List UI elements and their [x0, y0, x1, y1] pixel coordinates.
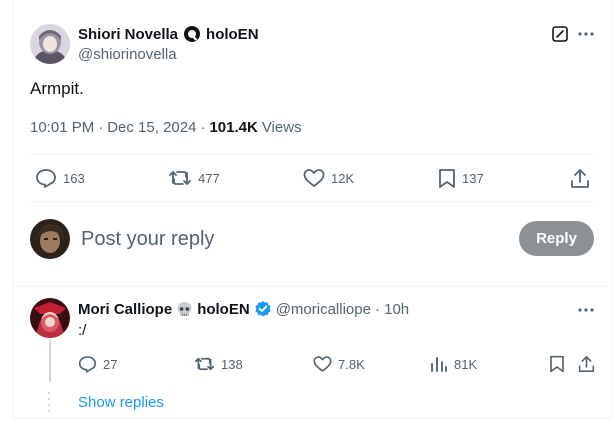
show-replies-link[interactable]: Show replies: [78, 394, 164, 411]
share-icon: [570, 168, 590, 189]
meta-separator: ·: [98, 119, 104, 136]
thread-dots: [48, 392, 50, 414]
reply-reply-count: 27: [103, 356, 118, 372]
reply-author-affiliation: holoEN: [197, 300, 250, 318]
bookmark-count: 137: [462, 171, 484, 186]
reply-author-line: Mori Calliope holoEN @moricalliope · 10h: [78, 300, 409, 318]
bookmark-icon: [438, 168, 456, 189]
like-icon: [313, 355, 332, 373]
more-icon[interactable]: [578, 307, 594, 313]
divider: [30, 201, 595, 202]
like-count: 12K: [331, 170, 355, 186]
like-action[interactable]: 12K: [303, 168, 354, 188]
reply-button[interactable]: Reply: [519, 221, 594, 256]
author-line: Shiori Novella holoEN: [78, 25, 259, 43]
reply-count: 163: [63, 170, 85, 186]
reply-input[interactable]: [79, 225, 503, 253]
more-icon[interactable]: [578, 31, 594, 37]
reply-action[interactable]: 163: [35, 168, 85, 188]
divider: [30, 154, 595, 155]
reply-age[interactable]: · 10h: [375, 301, 409, 318]
skull-icon: [176, 301, 193, 318]
reply-share-action[interactable]: [578, 355, 595, 373]
reply-like-action[interactable]: 7.8K: [313, 355, 365, 373]
reply-bookmark-action[interactable]: [549, 355, 565, 373]
post-meta: 10:01 PM · Dec 15, 2024 · 101.4K Views: [30, 119, 302, 136]
post-time[interactable]: 10:01 PM: [30, 119, 94, 136]
reply-reply-action[interactable]: 27: [78, 355, 117, 373]
like-icon: [303, 168, 325, 188]
post-text: Armpit.: [30, 79, 84, 98]
reply-views-action[interactable]: 81K: [430, 355, 477, 373]
verified-badge-icon: [254, 300, 272, 318]
reply-repost-count: 138: [221, 356, 243, 372]
grok-icon: [183, 25, 201, 43]
divider: [13, 286, 610, 287]
bookmark-action[interactable]: 137: [438, 168, 484, 189]
reply-icon: [35, 168, 57, 188]
my-avatar[interactable]: [30, 219, 70, 259]
repost-icon: [194, 355, 215, 373]
reply-views-count: 81K: [454, 356, 478, 372]
reply-like-count: 7.8K: [338, 356, 365, 372]
bookmark-icon: [549, 355, 565, 373]
share-action[interactable]: [570, 168, 590, 189]
repost-action[interactable]: 477: [168, 168, 220, 188]
author-handle[interactable]: @shiorinovella: [78, 46, 177, 63]
author-affiliation: holoEN: [206, 25, 259, 43]
author-name[interactable]: Shiori Novella: [78, 26, 178, 43]
views-label: Views: [261, 119, 302, 136]
reply-author-handle[interactable]: @moricalliope: [276, 301, 371, 318]
repost-count: 477: [198, 170, 220, 186]
share-icon: [578, 355, 595, 373]
views-icon: [430, 355, 448, 373]
reply-icon: [78, 355, 97, 373]
thread-line: [49, 340, 51, 382]
reply-author-avatar[interactable]: [30, 298, 70, 338]
reply-text: :/: [78, 322, 87, 339]
views-count: 101.4K: [209, 119, 258, 136]
author-avatar[interactable]: [30, 24, 70, 64]
repost-icon: [168, 168, 192, 188]
meta-separator: ·: [200, 119, 206, 136]
edit-icon[interactable]: [552, 26, 568, 42]
post-date[interactable]: Dec 15, 2024: [107, 119, 196, 136]
reply-author-name[interactable]: Mori Calliope: [78, 301, 172, 318]
reply-repost-action[interactable]: 138: [194, 355, 243, 373]
